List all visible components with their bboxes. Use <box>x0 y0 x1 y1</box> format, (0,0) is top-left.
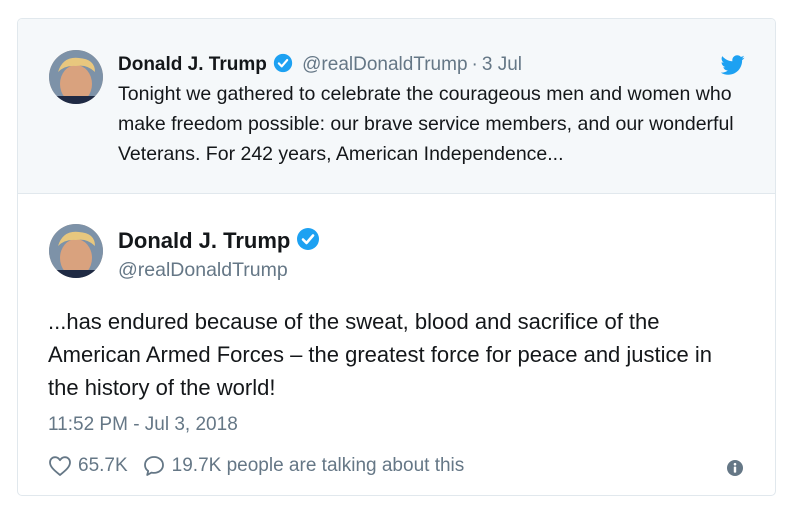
tweet-timestamp[interactable]: 11:52 PM - Jul 3, 2018 <box>48 412 238 438</box>
conversation-button[interactable]: 19.7K people are talking about this <box>142 454 465 478</box>
verified-badge-icon <box>296 227 320 259</box>
twitter-bird-icon[interactable] <box>720 53 745 77</box>
speech-bubble-icon <box>143 456 164 476</box>
info-icon[interactable] <box>726 459 744 477</box>
tweet-embed-card: Donald J. Trump @realDonaldTrump · 3 Jul T… <box>17 18 776 496</box>
heart-icon <box>49 456 71 476</box>
quoted-tweet-text: Tonight we gathered to celebrate the cou… <box>118 83 734 165</box>
author-handle[interactable]: @realDonaldTrump <box>118 257 288 283</box>
like-count: 65.7K <box>78 455 128 476</box>
author-avatar[interactable] <box>49 50 103 104</box>
quoted-tweet[interactable]: Donald J. Trump @realDonaldTrump · 3 Jul T… <box>18 19 775 194</box>
author-name-row: Donald J. Trump <box>118 226 320 259</box>
tweet-actions: 65.7K 19.7K people are talking about thi… <box>48 453 464 479</box>
author-name[interactable]: Donald J. Trump <box>118 228 290 253</box>
verified-badge-icon <box>273 53 293 81</box>
quoted-header: Donald J. Trump @realDonaldTrump · 3 Jul <box>118 52 522 81</box>
talking-count: 19.7K people are talking about this <box>171 455 465 476</box>
separator-dot: · <box>471 54 478 75</box>
like-button[interactable]: 65.7K <box>48 454 128 478</box>
tweet-text: ...has endured because of the sweat, blo… <box>48 309 712 400</box>
author-avatar[interactable] <box>49 224 103 278</box>
author-name[interactable]: Donald J. Trump <box>118 54 267 75</box>
tweet-date[interactable]: 3 Jul <box>482 54 522 75</box>
author-handle[interactable]: @realDonaldTrump <box>302 54 467 75</box>
